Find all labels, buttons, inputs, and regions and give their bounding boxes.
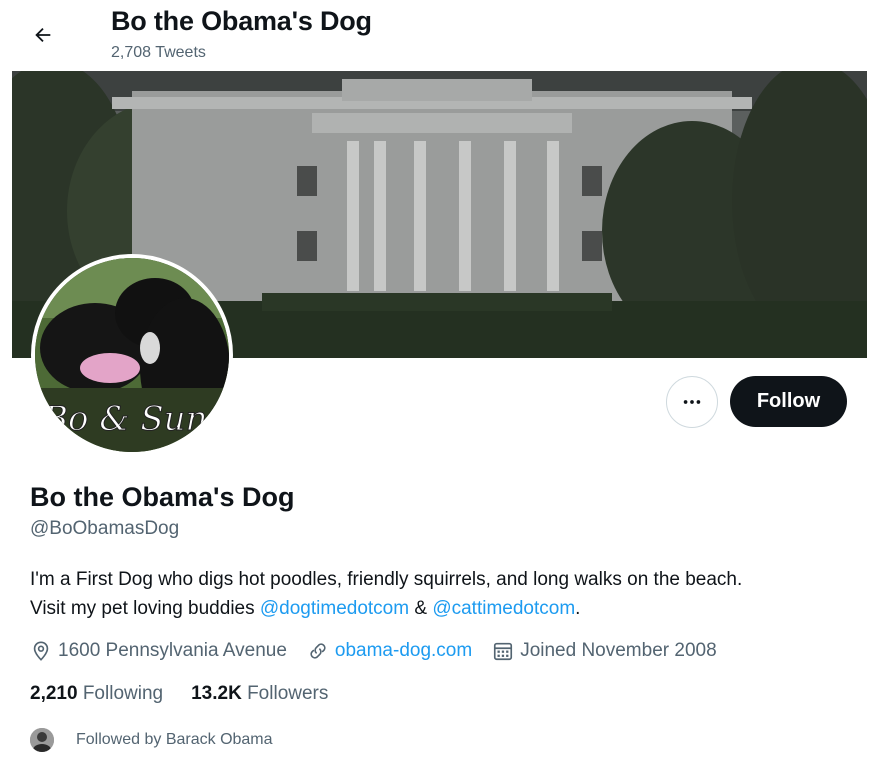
followers-link[interactable]: 13.2K Followers xyxy=(191,683,328,705)
location-pin-icon xyxy=(33,641,49,661)
profile-handle: @BoObamasDog xyxy=(30,518,180,539)
follow-button[interactable]: Follow xyxy=(730,376,847,427)
followed-by-text: Followed by Barack Obama xyxy=(76,731,273,748)
back-button[interactable] xyxy=(26,18,60,52)
avatar[interactable]: Bo & Sunny xyxy=(31,254,233,456)
ellipsis-icon xyxy=(683,400,701,404)
followers-label: Followers xyxy=(247,683,329,704)
followers-count: 13.2K xyxy=(191,683,242,704)
avatar-caption: Bo & Sunny xyxy=(42,399,229,439)
website[interactable]: obama-dog.com xyxy=(307,640,472,662)
bio-suffix: . xyxy=(575,598,581,619)
location: 1600 Pennsylvania Avenue xyxy=(30,640,287,662)
arrow-left-icon xyxy=(35,27,51,43)
bio-prefix: Visit my pet loving buddies xyxy=(30,598,260,619)
joined-text: Joined November 2008 xyxy=(520,640,717,661)
profile-name: Bo the Obama's Dog xyxy=(30,482,295,512)
calendar-icon xyxy=(494,642,513,661)
more-options-button[interactable] xyxy=(666,376,718,428)
profile-meta: 1600 Pennsylvania Avenue obama-dog.com J… xyxy=(30,637,737,665)
follower-avatar xyxy=(30,728,54,752)
header-title: Bo the Obama's Dog xyxy=(111,6,372,36)
join-date: Joined November 2008 xyxy=(492,640,717,662)
bio-line-2: Visit my pet loving buddies @dogtimedotc… xyxy=(30,594,870,623)
profile-bio: I'm a First Dog who digs hot poodles, fr… xyxy=(30,565,870,623)
following-link[interactable]: 2,210 Following xyxy=(30,683,163,705)
bio-line-1: I'm a First Dog who digs hot poodles, fr… xyxy=(30,569,743,590)
mention-cattime-link[interactable]: @cattimedotcom xyxy=(432,598,575,619)
following-count: 2,210 xyxy=(30,683,78,704)
location-text: 1600 Pennsylvania Avenue xyxy=(58,640,287,661)
following-label: Following xyxy=(82,683,164,704)
profile-header: Bo the Obama's Dog 2,708 Tweets xyxy=(0,0,881,70)
mention-dogtime-link[interactable]: @dogtimedotcom xyxy=(260,598,409,619)
follow-stats: 2,210 Following 13.2K Followers xyxy=(30,683,356,705)
link-icon xyxy=(310,643,326,659)
bio-conjunction: & xyxy=(409,598,433,619)
followed-by[interactable]: Followed by Barack Obama xyxy=(30,728,273,752)
tweet-count: 2,708 Tweets xyxy=(111,44,206,61)
website-link[interactable]: obama-dog.com xyxy=(335,640,472,662)
